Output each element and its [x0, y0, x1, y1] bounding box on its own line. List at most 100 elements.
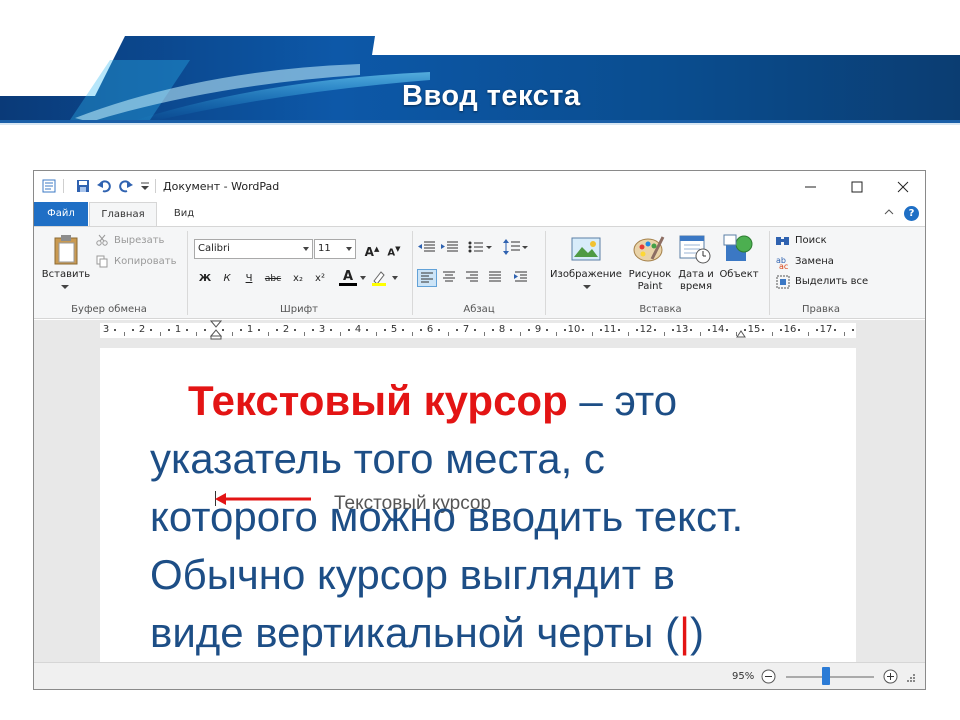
- highlight-icon[interactable]: [371, 270, 387, 286]
- zoom-slider-thumb[interactable]: [821, 667, 830, 685]
- find-button[interactable]: Поиск: [795, 235, 827, 246]
- right-indent-marker-icon[interactable]: [736, 329, 746, 338]
- ruler-dot: [132, 329, 134, 331]
- insert-date-time-button[interactable]: Дата и время: [672, 269, 720, 293]
- copy-icon: [96, 255, 108, 268]
- highlight-dropdown-icon[interactable]: [392, 276, 398, 280]
- font-family-value: Calibri: [198, 243, 230, 254]
- shrink-font-glyph: A: [387, 247, 396, 259]
- tab-file[interactable]: Файл: [34, 202, 88, 226]
- grow-font-button[interactable]: A▲: [363, 240, 381, 259]
- zoom-out-icon[interactable]: [761, 669, 776, 684]
- text-color-button[interactable]: A: [339, 268, 357, 286]
- underline-button[interactable]: Ч: [240, 270, 258, 288]
- italic-button[interactable]: К: [218, 270, 236, 288]
- superscript-button[interactable]: x²: [311, 270, 329, 288]
- align-left-button[interactable]: [417, 269, 437, 287]
- ruler-dot: [636, 329, 638, 331]
- replace-button[interactable]: Замена: [795, 256, 834, 267]
- body-line-1-rest: – это: [567, 377, 678, 424]
- font-size-select[interactable]: 11: [314, 239, 356, 259]
- body-line-4: Обычно курсор выглядит в: [150, 551, 675, 598]
- justify-icon: [489, 271, 501, 282]
- ruler-dot: [168, 329, 170, 331]
- ruler-dot: [384, 329, 386, 331]
- decrease-indent-icon[interactable]: [418, 240, 436, 254]
- font-family-select[interactable]: Calibri: [194, 239, 313, 259]
- clipboard-group-label: Буфер обмена: [71, 304, 147, 315]
- font-group-label: Шрифт: [280, 304, 318, 315]
- ruler-dot: [150, 329, 152, 331]
- align-center-button[interactable]: [440, 269, 460, 287]
- copy-button[interactable]: Копировать: [114, 256, 176, 267]
- insert-paint-drawing-button[interactable]: Рисунок Paint: [626, 269, 674, 293]
- minimize-button[interactable]: [788, 171, 834, 202]
- ruler-dot: [204, 329, 206, 331]
- body-line-1: Текстовый курсор – это: [150, 372, 850, 430]
- image-icon: [571, 237, 601, 261]
- ruler-dot: [672, 329, 674, 331]
- ruler-dot: [762, 329, 764, 331]
- ruler-dot: [546, 329, 548, 331]
- maximize-icon: [851, 181, 863, 193]
- paint-drawing-icon: [633, 236, 665, 262]
- insert-image-button[interactable]: Изображение: [547, 269, 625, 281]
- text-color-dropdown-icon[interactable]: [360, 276, 366, 280]
- ruler-number: 8: [498, 324, 506, 335]
- save-icon[interactable]: [76, 179, 90, 193]
- ruler-tick: [556, 332, 557, 336]
- zoom-slider-track[interactable]: [786, 676, 874, 678]
- ruler-dot: [510, 329, 512, 331]
- bold-button[interactable]: Ж: [196, 270, 214, 288]
- subscript-button[interactable]: x₂: [289, 270, 307, 288]
- line-spacing-icon[interactable]: [502, 239, 528, 255]
- strikethrough-button[interactable]: abc: [262, 270, 284, 288]
- ruler-dot: [258, 329, 260, 331]
- paste-dropdown-icon[interactable]: [61, 284, 69, 290]
- date-time-label-line2: время: [680, 281, 712, 292]
- zoom-in-icon[interactable]: [883, 669, 898, 684]
- customize-qat-icon[interactable]: [140, 179, 154, 193]
- redo-icon[interactable]: [119, 179, 133, 193]
- image-dropdown-icon[interactable]: [583, 284, 591, 290]
- date-time-label-line1: Дата и: [678, 269, 714, 280]
- ruler-tick: [340, 332, 341, 336]
- find-icon: [776, 237, 789, 245]
- window-title: Документ - WordPad: [163, 180, 280, 193]
- left-indent-marker-icon[interactable]: [210, 320, 222, 340]
- tab-home[interactable]: Главная: [89, 202, 157, 226]
- insert-object-button[interactable]: Объект: [717, 269, 761, 281]
- undo-icon[interactable]: [97, 179, 111, 193]
- resize-grip-icon[interactable]: [906, 673, 916, 683]
- justify-button[interactable]: [486, 269, 506, 287]
- ruler-dot: [456, 329, 458, 331]
- paste-button[interactable]: Вставить: [38, 269, 94, 281]
- paragraph-settings-button[interactable]: [512, 269, 532, 287]
- align-left-icon: [421, 272, 433, 283]
- ruler-dot: [366, 329, 368, 331]
- paste-icon: [54, 235, 78, 265]
- align-right-button[interactable]: [463, 269, 483, 287]
- paragraph-settings-icon: [514, 271, 527, 282]
- ruler-number: 14: [711, 324, 725, 335]
- zoom-level: 95%: [732, 671, 755, 682]
- slide-body-text: Текстовый курсор – это указатель того ме…: [150, 372, 850, 662]
- ruler-number: 13: [675, 324, 689, 335]
- ruler-number: 3: [318, 324, 326, 335]
- collapse-ribbon-icon[interactable]: [884, 208, 894, 216]
- tab-view[interactable]: Вид: [160, 202, 208, 226]
- shrink-font-button[interactable]: A▼: [385, 240, 403, 258]
- select-all-button[interactable]: Выделить все: [795, 276, 868, 287]
- help-button[interactable]: ?: [904, 206, 919, 221]
- ruler-tick: [772, 332, 773, 336]
- close-icon: [897, 181, 909, 193]
- ruler-tick: [484, 332, 485, 336]
- ruler-dot: [294, 329, 296, 331]
- bullets-icon[interactable]: [468, 240, 492, 254]
- cut-button[interactable]: Вырезать: [114, 235, 164, 246]
- ruler-number: 15: [747, 324, 761, 335]
- ribbon-tabs: Файл Главная Вид ?: [34, 202, 925, 226]
- close-button[interactable]: [880, 171, 925, 202]
- increase-indent-icon[interactable]: [441, 240, 459, 254]
- maximize-button[interactable]: [834, 171, 880, 202]
